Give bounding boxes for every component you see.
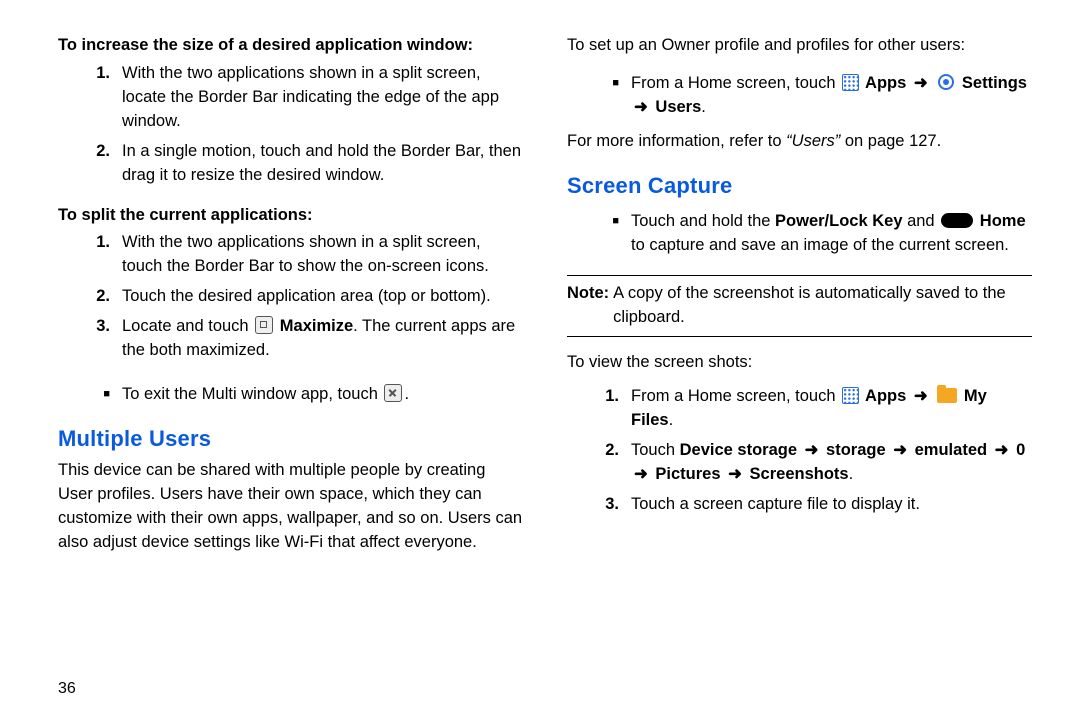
home-button-icon <box>941 213 973 228</box>
exit-bullet: ■ To exit the Multi window app, touch . <box>58 383 523 407</box>
view-intro: To view the screen shots: <box>567 351 1032 375</box>
subhead-split: To split the current applications: <box>58 204 523 228</box>
more-info: For more information, refer to “Users” o… <box>567 130 1032 154</box>
gear-icon <box>937 73 955 91</box>
view-steps: 1. From a Home screen, touch Apps ➜ My F… <box>567 385 1032 523</box>
note-box: Note: A copy of the screenshot is automa… <box>567 275 1032 337</box>
apps-grid-icon <box>842 74 859 91</box>
right-column: To set up an Owner profile and profiles … <box>567 34 1032 700</box>
page-number: 36 <box>58 677 523 700</box>
setup-bullet: ■ From a Home screen, touch Apps ➜ Setti… <box>567 72 1032 120</box>
heading-screen-capture: Screen Capture <box>567 170 1032 202</box>
maximize-icon <box>255 316 273 334</box>
apps-grid-icon <box>842 387 859 404</box>
list-item: 1.With the two applications shown in a s… <box>58 231 523 279</box>
multiple-users-para: This device can be shared with multiple … <box>58 459 523 555</box>
list-item: 1.With the two applications shown in a s… <box>58 62 523 134</box>
list-item: 1. From a Home screen, touch Apps ➜ My F… <box>567 385 1032 433</box>
close-icon <box>384 384 402 402</box>
capture-bullet: ■ Touch and hold the Power/Lock Key and … <box>567 210 1032 258</box>
list-item: 3. Locate and touch Maximize. The curren… <box>58 315 523 363</box>
list-item: 3.Touch a screen capture file to display… <box>567 493 1032 517</box>
split-steps: 1.With the two applications shown in a s… <box>58 231 523 369</box>
setup-intro: To set up an Owner profile and profiles … <box>567 34 1032 58</box>
list-item: 2. Touch Device storage ➜ storage ➜ emul… <box>567 439 1032 487</box>
left-column: To increase the size of a desired applic… <box>58 34 523 700</box>
manual-page: To increase the size of a desired applic… <box>0 0 1080 720</box>
folder-icon <box>937 388 957 403</box>
heading-multiple-users: Multiple Users <box>58 423 523 455</box>
subhead-resize: To increase the size of a desired applic… <box>58 34 523 58</box>
resize-steps: 1.With the two applications shown in a s… <box>58 62 523 194</box>
list-item: 2.Touch the desired application area (to… <box>58 285 523 309</box>
list-item: 2.In a single motion, touch and hold the… <box>58 140 523 188</box>
